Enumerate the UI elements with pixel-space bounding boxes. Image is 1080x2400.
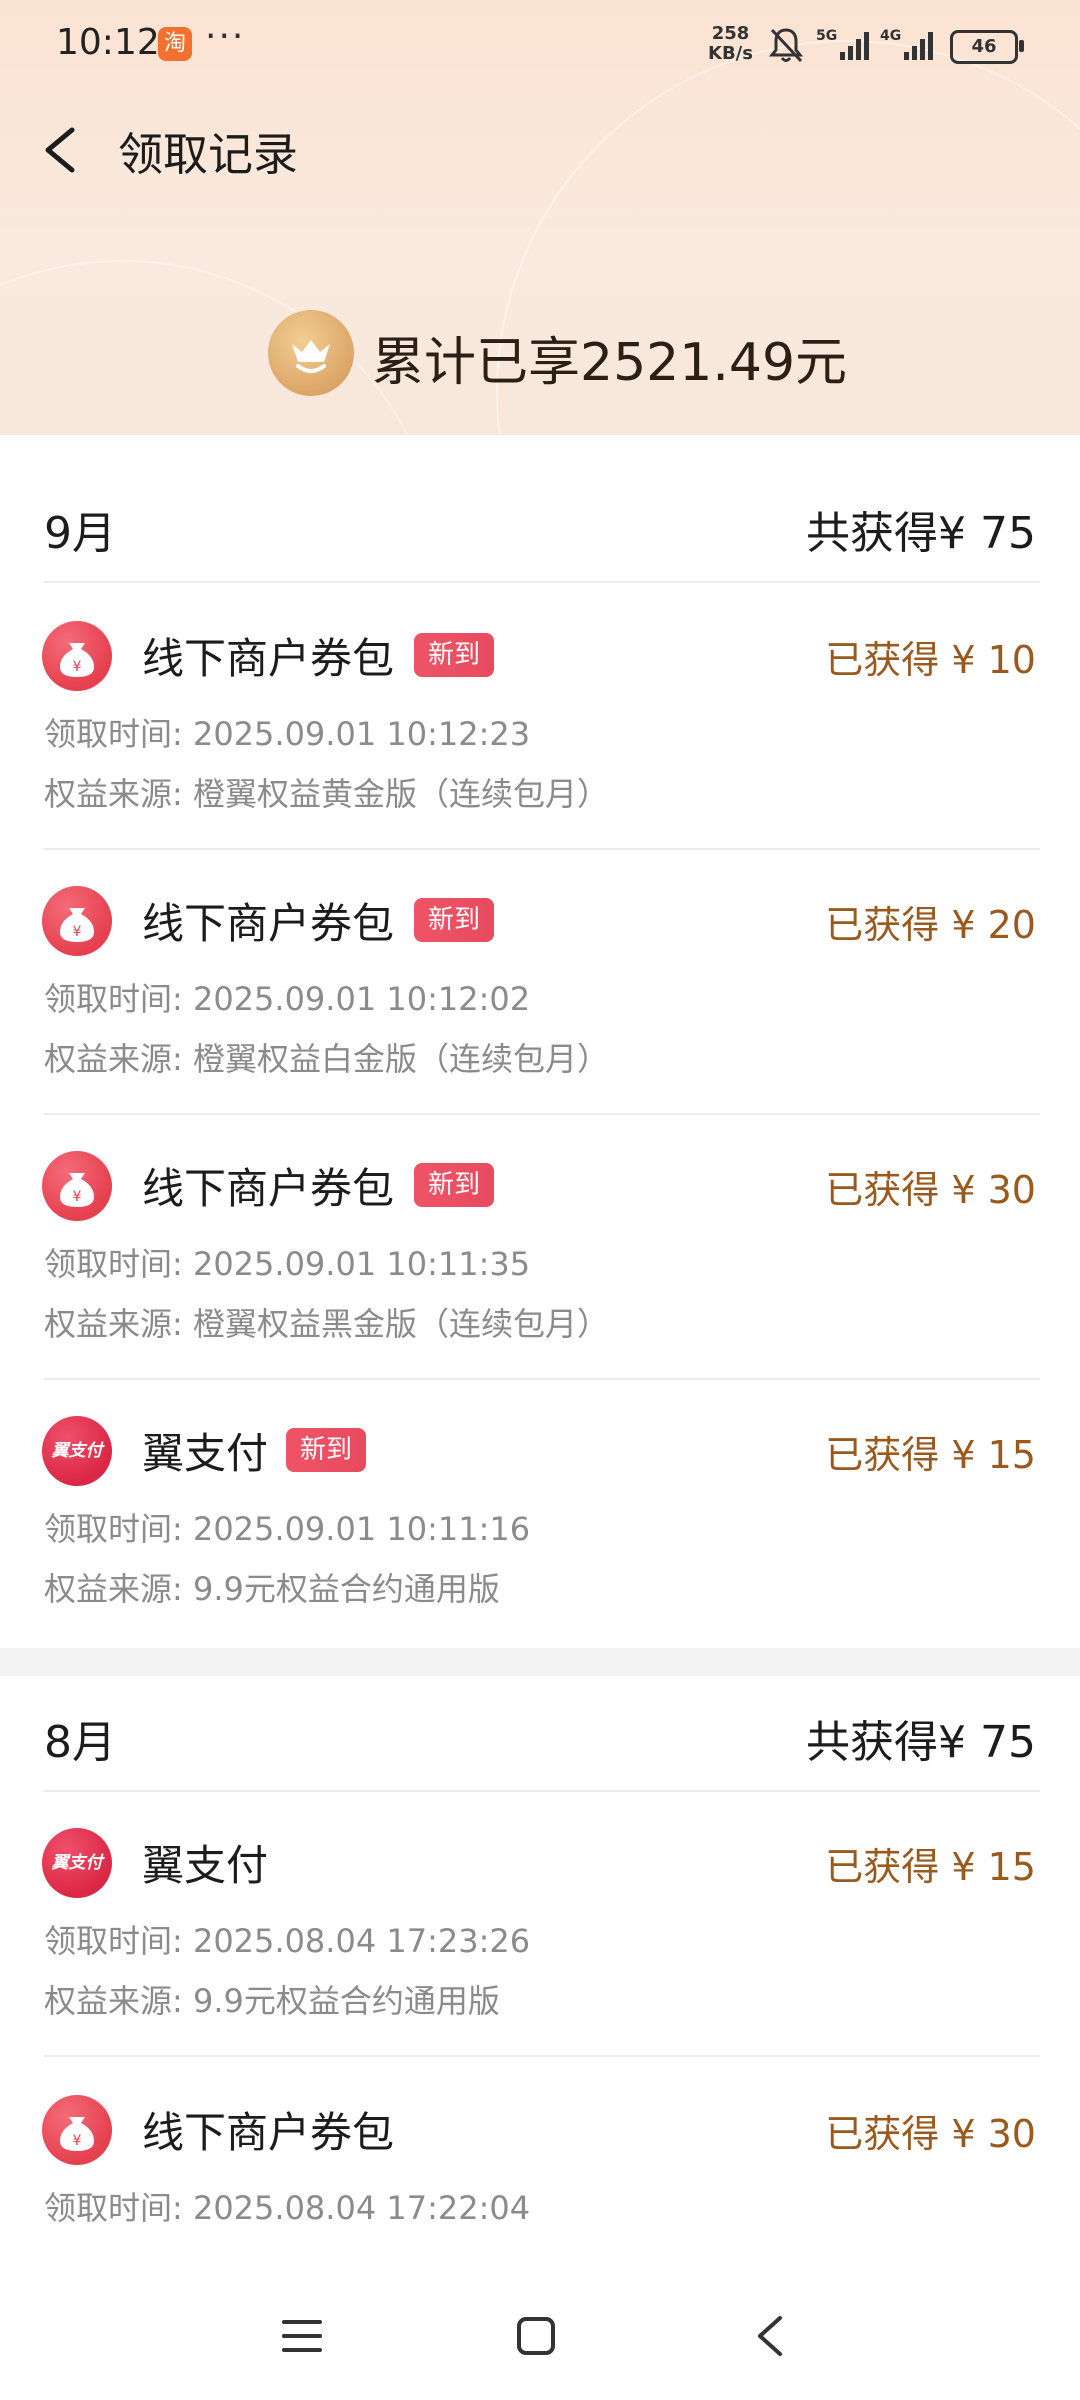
month-divider [44, 581, 1040, 583]
money-bag-icon: ¥ [42, 2095, 112, 2165]
record-name: 线下商户券包 [142, 899, 395, 948]
yi-pay-logo-icon: 翼支付 [42, 1416, 112, 1486]
month-section-september: 9月 共获得¥ 75 ¥ 线下商户券包 新到 已获得 ¥ 10 领取时间: 20… [0, 435, 1080, 1648]
list-item[interactable]: 翼支付 翼支付 新到 已获得 ¥ 15 领取时间: 2025.09.01 10:… [0, 1380, 1080, 1645]
back-nav-icon[interactable] [752, 2314, 788, 2358]
money-bag-icon: ¥ [42, 621, 112, 691]
new-badge: 新到 [414, 898, 495, 942]
svg-text:¥: ¥ [73, 924, 82, 940]
record-source: 权益来源: 橙翼权益黄金版（连续包月） [44, 775, 609, 813]
month-label: 8月 [44, 1717, 116, 1768]
record-time: 领取时间: 2025.09.01 10:12:23 [44, 715, 531, 753]
signal-4g-icon: 4G [880, 28, 933, 60]
record-name: 线下商户券包 [142, 2108, 395, 2157]
money-bag-icon: ¥ [42, 886, 112, 956]
menu-icon[interactable] [282, 2316, 322, 2356]
record-amount: 已获得 ¥ 30 [825, 2112, 1036, 2156]
record-time: 领取时间: 2025.09.01 10:11:16 [44, 1510, 531, 1548]
crown-basket-icon [268, 310, 354, 396]
record-amount: 已获得 ¥ 15 [825, 1845, 1036, 1889]
month-total: 共获得¥ 75 [806, 508, 1036, 559]
back-chevron-icon[interactable] [38, 122, 86, 178]
list-item[interactable]: 翼支付 翼支付 已获得 ¥ 15 领取时间: 2025.08.04 17:23:… [0, 1792, 1080, 2057]
new-badge: 新到 [286, 1428, 367, 1472]
record-source: 权益来源: 橙翼权益白金版（连续包月） [44, 1040, 609, 1078]
records-card: 9月 共获得¥ 75 ¥ 线下商户券包 新到 已获得 ¥ 10 领取时间: 20… [0, 435, 1080, 2400]
section-gap [0, 1648, 1080, 1676]
record-time: 领取时间: 2025.09.01 10:12:02 [44, 980, 531, 1018]
record-source: 权益来源: 9.9元权益合约通用版 [44, 1570, 500, 1608]
signal-5g-icon: 5G [816, 28, 869, 60]
system-navigation-bar [0, 2280, 1080, 2400]
page-title: 领取记录 [118, 128, 299, 181]
svg-text:¥: ¥ [73, 659, 82, 675]
month-label: 9月 [44, 508, 116, 559]
svg-text:¥: ¥ [73, 2133, 82, 2149]
record-name: 线下商户券包 [142, 1164, 395, 1213]
svg-text:¥: ¥ [73, 1189, 82, 1205]
record-time: 领取时间: 2025.09.01 10:11:35 [44, 1245, 531, 1283]
mute-bell-icon [768, 28, 804, 63]
network-speed-value: 258 [711, 23, 750, 44]
record-name: 翼支付 [142, 1841, 269, 1890]
battery-indicator: 46 [950, 30, 1024, 64]
record-source: 权益来源: 9.9元权益合约通用版 [44, 1982, 500, 2020]
record-amount: 已获得 ¥ 20 [825, 903, 1036, 947]
home-icon[interactable] [516, 2316, 556, 2356]
taobao-notification-icon: 淘 [158, 27, 192, 61]
more-notifications-icon: ··· [205, 16, 246, 57]
list-item[interactable]: ¥ 线下商户券包 新到 已获得 ¥ 20 领取时间: 2025.09.01 10… [0, 850, 1080, 1115]
status-time: 10:12 [56, 22, 160, 63]
record-time: 领取时间: 2025.08.04 17:22:04 [44, 2189, 531, 2227]
status-bar: 10:12 淘 ··· 258 KB/s 5G 4G 46 [0, 0, 1080, 90]
list-item[interactable]: ¥ 线下商户券包 新到 已获得 ¥ 10 领取时间: 2025.09.01 10… [0, 585, 1080, 850]
list-item[interactable]: ¥ 线下商户券包 新到 已获得 ¥ 30 领取时间: 2025.09.01 10… [0, 1115, 1080, 1380]
network-speed: 258 KB/s [708, 24, 753, 64]
yi-pay-logo-icon: 翼支付 [42, 1828, 112, 1898]
signal-4g-label: 4G [880, 28, 901, 44]
new-badge: 新到 [414, 633, 495, 677]
record-time: 领取时间: 2025.08.04 17:23:26 [44, 1922, 531, 1960]
record-amount: 已获得 ¥ 15 [825, 1433, 1036, 1477]
record-name: 线下商户券包 [142, 634, 395, 683]
record-amount: 已获得 ¥ 10 [825, 638, 1036, 682]
new-badge: 新到 [414, 1163, 495, 1207]
total-benefit-summary: 累计已享2521.49元 [372, 333, 848, 393]
network-speed-unit: KB/s [708, 43, 753, 64]
record-amount: 已获得 ¥ 30 [825, 1168, 1036, 1212]
money-bag-icon: ¥ [42, 1151, 112, 1221]
record-source: 权益来源: 橙翼权益黑金版（连续包月） [44, 1305, 609, 1343]
month-total: 共获得¥ 75 [806, 1717, 1036, 1768]
record-name: 翼支付 [142, 1429, 269, 1478]
record-divider [44, 2055, 1040, 2057]
signal-5g-label: 5G [816, 28, 837, 44]
